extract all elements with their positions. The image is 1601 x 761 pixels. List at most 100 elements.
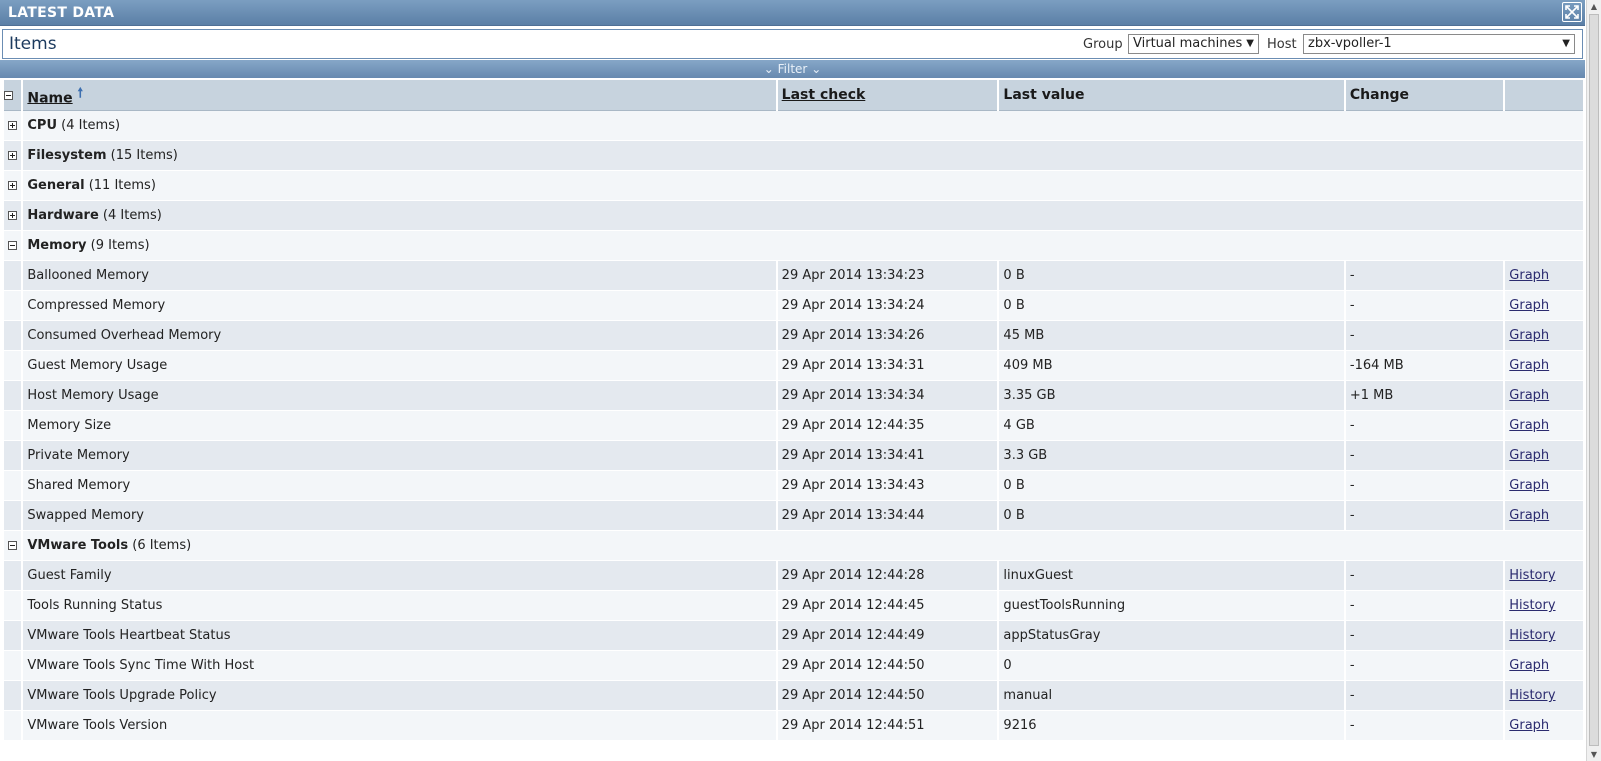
graph-link[interactable]: Graph — [1509, 358, 1549, 373]
item-last-value: 4 GB — [999, 411, 1344, 441]
group-name: Hardware — [27, 208, 99, 223]
graph-link[interactable]: Graph — [1509, 508, 1549, 523]
scroll-down-icon[interactable]: ▼ — [1587, 748, 1601, 761]
item-change: - — [1345, 561, 1504, 591]
item-change: - — [1345, 441, 1504, 471]
group-row[interactable]: General (11 Items) — [4, 171, 1583, 201]
indent-cell — [4, 261, 22, 291]
history-link[interactable]: History — [1509, 688, 1555, 703]
item-action-cell: Graph — [1505, 711, 1583, 741]
item-last-check: 29 Apr 2014 13:34:26 — [777, 321, 998, 351]
group-name: Memory — [27, 238, 87, 253]
filter-toggle[interactable]: ⌄ Filter ⌄ — [0, 60, 1585, 78]
history-link[interactable]: History — [1509, 568, 1555, 583]
item-last-check: 29 Apr 2014 12:44:45 — [777, 591, 998, 621]
table-row: Guest Family 29 Apr 2014 12:44:28 linuxGue… — [4, 561, 1583, 591]
sort-by-name-link[interactable]: Name — [27, 90, 72, 106]
column-header-name[interactable]: Name 🠕 — [23, 80, 776, 111]
item-action-cell: Graph — [1505, 651, 1583, 681]
expand-icon[interactable] — [8, 211, 18, 220]
item-change: - — [1345, 411, 1504, 441]
item-action-cell: Graph — [1505, 321, 1583, 351]
fullscreen-button[interactable] — [1562, 2, 1582, 22]
window-title-bar: LATEST DATA — [0, 0, 1585, 26]
table-row: Ballooned Memory 29 Apr 2014 13:34:23 0 B-… — [4, 261, 1583, 291]
window-title: LATEST DATA — [8, 5, 115, 21]
group-select[interactable]: Virtual machines ▼ — [1128, 34, 1259, 54]
indent-cell — [4, 681, 22, 711]
item-last-value: appStatusGray — [999, 621, 1344, 651]
graph-link[interactable]: Graph — [1509, 478, 1549, 493]
group-row[interactable]: Filesystem (15 Items) — [4, 141, 1583, 171]
table-row: VMware Tools Version 29 Apr 2014 12:44:51… — [4, 711, 1583, 741]
scroll-up-icon[interactable]: ▲ — [1587, 0, 1601, 13]
graph-link[interactable]: Graph — [1509, 448, 1549, 463]
expand-icon[interactable] — [8, 181, 18, 190]
item-action-cell: Graph — [1505, 411, 1583, 441]
graph-link[interactable]: Graph — [1509, 418, 1549, 433]
group-name-cell: VMware Tools (6 Items) — [23, 531, 1583, 561]
item-change: - — [1345, 501, 1504, 531]
item-action-cell: Graph — [1505, 471, 1583, 501]
column-header-last-check[interactable]: Last check — [777, 80, 998, 111]
group-row[interactable]: VMware Tools (6 Items) — [4, 531, 1583, 561]
item-change: - — [1345, 261, 1504, 291]
item-last-check: 29 Apr 2014 12:44:50 — [777, 681, 998, 711]
collapse-all-header[interactable] — [4, 80, 22, 111]
graph-link[interactable]: Graph — [1509, 388, 1549, 403]
fullscreen-icon — [1565, 5, 1579, 19]
group-toggle-cell[interactable] — [4, 531, 22, 561]
group-toggle-cell[interactable] — [4, 201, 22, 231]
group-row[interactable]: CPU (4 Items) — [4, 111, 1583, 141]
group-row[interactable]: Hardware (4 Items) — [4, 201, 1583, 231]
item-action-cell: Graph — [1505, 291, 1583, 321]
table-row: Memory Size 29 Apr 2014 12:44:35 4 GB - Grap… — [4, 411, 1583, 441]
group-toggle-cell[interactable] — [4, 141, 22, 171]
graph-link[interactable]: Graph — [1509, 718, 1549, 733]
expand-icon[interactable] — [8, 151, 18, 160]
item-name: VMware Tools Version — [23, 711, 776, 741]
item-name: Compressed Memory — [23, 291, 776, 321]
vertical-scrollbar[interactable]: ▲ ▼ — [1586, 0, 1601, 761]
group-count: (9 Items) — [90, 238, 150, 253]
graph-link[interactable]: Graph — [1509, 298, 1549, 313]
group-toggle-cell[interactable] — [4, 111, 22, 141]
indent-cell — [4, 381, 22, 411]
table-row: VMware Tools Heartbeat Status 29 Apr 2014… — [4, 621, 1583, 651]
scrollbar-thumb[interactable] — [1589, 14, 1599, 746]
item-last-check: 29 Apr 2014 13:34:43 — [777, 471, 998, 501]
history-link[interactable]: History — [1509, 628, 1555, 643]
item-last-value: linuxGuest — [999, 561, 1344, 591]
host-select[interactable]: zbx-vpoller-1 ▼ — [1303, 34, 1575, 54]
table-row: VMware Tools Sync Time With Host 29 Apr 2… — [4, 651, 1583, 681]
item-name: Ballooned Memory — [23, 261, 776, 291]
graph-link[interactable]: Graph — [1509, 268, 1549, 283]
dropdown-arrow-icon: ▼ — [1562, 38, 1570, 49]
collapse-icon[interactable] — [8, 241, 18, 250]
group-row[interactable]: Memory (9 Items) — [4, 231, 1583, 261]
group-toggle-cell[interactable] — [4, 171, 22, 201]
indent-cell — [4, 621, 22, 651]
item-last-check: 29 Apr 2014 12:44:28 — [777, 561, 998, 591]
sort-ascending-icon: 🠕 — [77, 85, 84, 101]
item-last-value: 0 B — [999, 471, 1344, 501]
collapse-icon[interactable] — [8, 541, 18, 550]
expand-icon[interactable] — [8, 121, 18, 130]
item-change: -164 MB — [1345, 351, 1504, 381]
graph-link[interactable]: Graph — [1509, 658, 1549, 673]
table-row: VMware Tools Upgrade Policy 29 Apr 2014 1… — [4, 681, 1583, 711]
group-count: (6 Items) — [132, 538, 192, 553]
history-link[interactable]: History — [1509, 598, 1555, 613]
item-last-check: 29 Apr 2014 13:34:23 — [777, 261, 998, 291]
group-toggle-cell[interactable] — [4, 231, 22, 261]
graph-link[interactable]: Graph — [1509, 328, 1549, 343]
item-name: Guest Family — [23, 561, 776, 591]
item-change: - — [1345, 681, 1504, 711]
sort-by-last-check-link[interactable]: Last check — [782, 87, 866, 103]
item-change: - — [1345, 291, 1504, 321]
collapse-icon[interactable] — [4, 90, 13, 100]
item-name: Host Memory Usage — [23, 381, 776, 411]
item-change: +1 MB — [1345, 381, 1504, 411]
item-name: VMware Tools Sync Time With Host — [23, 651, 776, 681]
item-name: Memory Size — [23, 411, 776, 441]
